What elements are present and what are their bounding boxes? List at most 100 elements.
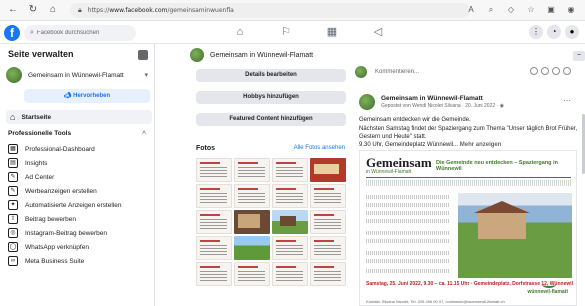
section-title: Professionelle Tools <box>8 130 72 137</box>
photo-thumbnail[interactable] <box>310 262 346 286</box>
favorites-icon[interactable]: ☆ <box>525 3 537 17</box>
photo-thumbnail[interactable] <box>310 158 346 182</box>
sidebar-item-label: Ad Center <box>25 173 55 181</box>
nav-calendar-icon[interactable]: ▦ <box>324 24 340 40</box>
collapse-button[interactable]: − <box>573 51 585 61</box>
photo-thumbnail[interactable] <box>272 210 308 234</box>
flyer-headline: Die Gemeinde neu entdecken – Spaziergang… <box>436 160 558 172</box>
post-text-line: 9.30 Uhr, Gemeindeplatz Wünnewil... Mehr… <box>359 141 579 149</box>
comment-input[interactable] <box>375 66 515 78</box>
address-bar[interactable]: 🔒︎ https://www.facebook.com/gemeinsaminw… <box>70 3 470 18</box>
chevron-up-icon[interactable]: ˄ <box>142 130 146 137</box>
sidebar-item-tool[interactable]: ✎ Ad Center <box>8 170 154 184</box>
photo-thumbnail[interactable] <box>196 262 232 286</box>
flyer-text-block <box>366 195 450 199</box>
back-icon[interactable]: ← <box>6 3 20 17</box>
sidebar-item-tool[interactable]: ▦ Professional-Dashboard <box>8 142 154 156</box>
sidebar-item-tool[interactable]: ✎ Werbeanzeigen erstellen <box>8 184 154 198</box>
insights-icon: ▤ <box>8 158 18 168</box>
photo-thumbnail[interactable] <box>310 184 346 208</box>
sidebar-item-tool[interactable]: ◎ Instagram-Beitrag bewerben <box>8 226 154 240</box>
see-all-photos-link[interactable]: Alle Fotos ansehen <box>294 145 345 151</box>
photo-thumbnail[interactable] <box>196 158 232 182</box>
photo-thumbnail[interactable] <box>196 210 232 234</box>
collections-icon[interactable]: ▣ <box>545 3 557 17</box>
extension-icon[interactable]: ◇ <box>505 3 517 17</box>
gif-icon[interactable] <box>552 67 560 75</box>
photo-thumbnail[interactable] <box>272 184 308 208</box>
sticker-icon[interactable] <box>563 67 571 75</box>
home-icon: ⌂ <box>10 112 16 122</box>
flyer-photo <box>458 193 572 278</box>
nav-flag-icon[interactable]: ⚐ <box>278 24 294 40</box>
megaphone-icon: 📣︎ <box>63 93 72 99</box>
photo-thumbnail[interactable] <box>272 262 308 286</box>
photo-thumbnail[interactable] <box>310 210 346 234</box>
search-input[interactable] <box>36 30 127 36</box>
nav-megaphone-icon[interactable]: ◁ <box>370 24 386 40</box>
post-page-name[interactable]: Gemeinsam in Wünnewil-Flamatt <box>381 95 483 102</box>
profile-icon[interactable]: ◉ <box>565 3 577 17</box>
search-icon: ⌕ <box>30 29 34 36</box>
photo-thumbnail[interactable] <box>272 236 308 260</box>
photo-thumbnail[interactable] <box>234 236 270 260</box>
dashboard-icon: ▦ <box>8 144 18 154</box>
photo-thumbnail[interactable] <box>234 184 270 208</box>
search-box[interactable]: ⌕ <box>24 25 136 41</box>
photo-thumbnail[interactable] <box>234 262 270 286</box>
read-aloud-icon[interactable]: A <box>465 3 477 17</box>
menu-grid-icon[interactable]: ⋮ <box>529 25 543 39</box>
manage-page-sidebar: Seite verwalten Gemeinsam in Wünnewil-Fl… <box>0 44 155 306</box>
nav-home-icon[interactable]: ⌂ <box>232 24 248 40</box>
meta-icon: ∞ <box>8 256 18 266</box>
flyer-subtitle: in Wünnewil-Flamatt <box>366 169 412 175</box>
edit-details-button[interactable]: Details bearbeiten <box>196 69 346 82</box>
photo-thumbnail[interactable] <box>310 236 346 260</box>
notifications-icon[interactable]: ● <box>565 25 579 39</box>
more-options-icon[interactable]: ⋯ <box>563 96 571 105</box>
page-avatar <box>6 67 22 83</box>
zoom-icon[interactable]: ⌕ <box>485 3 497 17</box>
flyer-text-block <box>366 259 450 263</box>
post-text-snippet: 9.30 Uhr, Gemeindeplatz Wünnewil... <box>359 142 459 148</box>
divider <box>366 177 571 178</box>
photo-thumbnail[interactable] <box>196 236 232 260</box>
add-featured-button[interactable]: Featured Content hinzufügen <box>196 113 346 126</box>
see-more-link[interactable]: Mehr anzeigen <box>460 142 502 148</box>
photo-thumbnail[interactable] <box>234 158 270 182</box>
page-name: Gemeinsam in Wünnewil-Flamatt <box>28 71 124 79</box>
sidebar-item-label: Beitrag bewerben <box>25 215 76 223</box>
add-hobbies-button[interactable]: Hobbys hinzufügen <box>196 91 346 104</box>
post-header: Gemeinsam in Wünnewil-Flamatt Gepostet v… <box>359 94 579 114</box>
messenger-icon[interactable]: ◔ <box>547 25 561 39</box>
home-icon[interactable]: ⌂ <box>46 3 60 17</box>
sidebar-item-label: WhatsApp verknüpfen <box>25 243 89 251</box>
emoji-icon[interactable] <box>530 67 538 75</box>
photo-thumbnail[interactable] <box>272 158 308 182</box>
url-text: https://www.facebook.com/gemeinsaminwuen… <box>88 7 234 14</box>
sidebar-item-home[interactable]: ⌂ Startseite <box>6 110 152 124</box>
url-scheme: https:// <box>87 7 110 14</box>
photo-thumbnail[interactable] <box>234 210 270 234</box>
sidebar-item-tool[interactable]: ✦ Automatisierte Anzeigen erstellen <box>8 198 154 212</box>
photo-thumbnail[interactable] <box>196 184 232 208</box>
promote-label: Hervorheben <box>73 93 111 99</box>
sidebar-item-tool[interactable]: ∞ Meta Business Suite <box>8 254 154 268</box>
post-feed: − Gemeinsam in Wünnewil-Flamatt Gepostet… <box>355 44 585 306</box>
sidebar-toggle-icon[interactable] <box>138 50 148 60</box>
sidebar-item-tool[interactable]: ⇧ Beitrag bewerben <box>8 212 154 226</box>
post-image[interactable]: Gemeinsam in Wünnewil-Flamatt Die Gemein… <box>359 150 577 306</box>
sidebar-item-tool[interactable]: ◯ WhatsApp verknüpfen <box>8 240 154 254</box>
flyer-text-block <box>366 251 450 255</box>
camera-icon[interactable] <box>541 67 549 75</box>
sidebar-item-label: Instagram-Beitrag bewerben <box>25 229 108 237</box>
reload-icon[interactable]: ↻ <box>26 3 40 17</box>
facebook-logo-icon[interactable]: f <box>4 25 20 41</box>
sidebar-item-tool[interactable]: ▤ Insights <box>8 156 154 170</box>
post-avatar[interactable] <box>359 94 375 110</box>
instagram-icon: ◎ <box>8 228 18 238</box>
promote-button[interactable]: 📣︎ Hervorheben <box>24 89 150 103</box>
sidebar-item-label: Professional-Dashboard <box>25 145 95 153</box>
page-switcher[interactable]: Gemeinsam in Wünnewil-Flamatt ▾ <box>6 66 152 84</box>
flyer-text-block <box>366 239 450 243</box>
